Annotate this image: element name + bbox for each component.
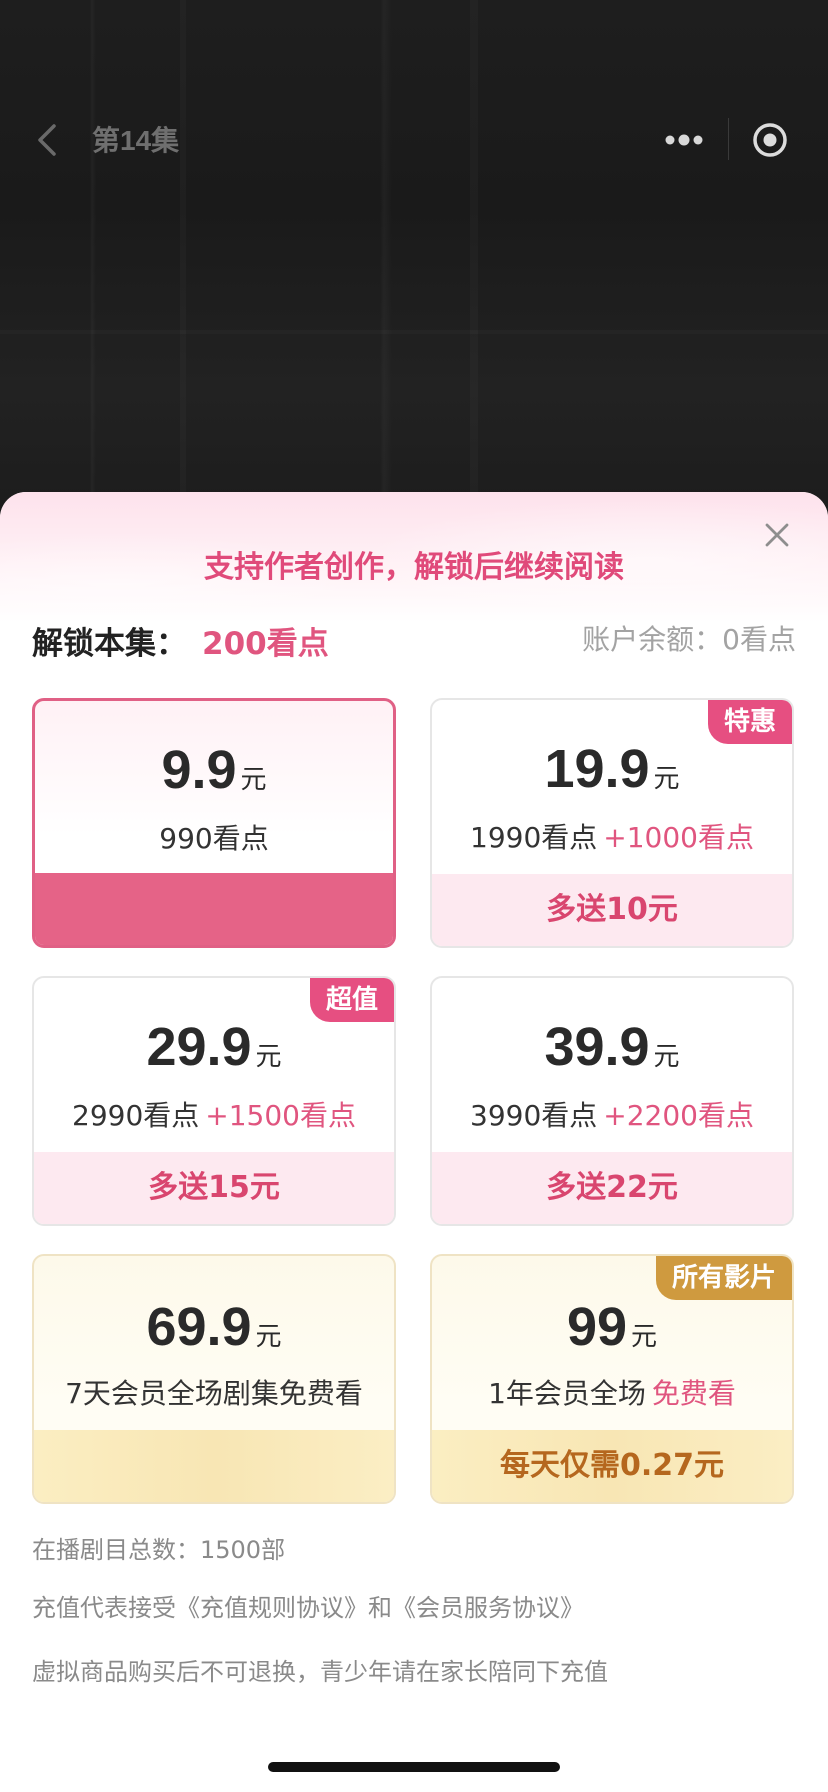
plan-card-99-membership[interactable]: 所有影片 99 元 1年会员全场 免费看 每天仅需0.27元 [430,1254,794,1504]
close-icon[interactable] [760,518,794,552]
plan-points-bonus: +2200看点 [603,1099,754,1132]
plan-points-bonus: +1000看点 [603,821,754,854]
sheet-title: 支持作者创作，解锁后继续阅读 [204,550,624,585]
plan-price-row: 19.9 元 [432,738,792,800]
plan-price: 9.9 [161,740,237,800]
refund-disclaimer: 虚拟商品购买后不可退换，青少年请在家长陪同下充值 [32,1658,608,1686]
video-backdrop [0,0,828,520]
unlock-cost: 200看点 [202,626,329,662]
plan-points-base: 2990看点 [72,1099,200,1132]
more-dots-icon[interactable] [664,128,704,152]
plan-points: 3990看点 +2200看点 [432,1094,792,1134]
plan-footer: 多送10元 [432,874,792,946]
plan-price-row: 29.9 元 [34,1016,394,1078]
plan-footer [34,1430,394,1502]
plan-price-row: 39.9 元 [432,1016,792,1078]
target-icon[interactable] [750,120,790,160]
plan-price-row: 9.9 元 [35,739,393,801]
plan-price: 39.9 [544,1017,650,1077]
plan-points-base: 1990看点 [470,821,598,854]
plan-price: 29.9 [146,1017,252,1077]
plan-price-unit: 元 [255,1322,282,1352]
plan-footer: 多送22元 [432,1152,792,1224]
plan-price-row: 69.9 元 [34,1296,394,1358]
plan-points-base: 3990看点 [470,1099,598,1132]
plan-card-29-9[interactable]: 超值 29.9 元 2990看点 +1500看点 多送15元 [32,976,396,1226]
plan-footer: 多送15元 [34,1152,394,1224]
unlock-payment-sheet: 支持作者创作，解锁后继续阅读 解锁本集： 200看点 账户余额：0看点 9.9 元… [0,492,828,1792]
plan-card-19-9[interactable]: 特惠 19.9 元 1990看点 +1000看点 多送10元 [430,698,794,948]
home-indicator[interactable] [268,1762,560,1772]
plan-badge-all-films: 所有影片 [655,1256,792,1300]
plan-price-unit: 元 [653,764,680,794]
plan-price-unit: 元 [631,1322,658,1352]
plan-points-base: 990看点 [159,822,269,855]
plan-price-unit: 元 [240,765,267,795]
total-titles-note: 在播剧目总数：1500部 [32,1536,286,1564]
plan-footer [35,873,393,945]
plan-price: 19.9 [544,739,650,799]
plan-points: 2990看点 +1500看点 [34,1094,394,1134]
plan-description: 1年会员全场 [488,1377,646,1410]
plan-card-69-9-membership[interactable]: 69.9 元 7天会员全场剧集免费看 [32,1254,396,1504]
capsule-divider [728,118,729,160]
plan-points: 1990看点 +1000看点 [432,816,792,856]
plan-card-39-9[interactable]: 39.9 元 3990看点 +2200看点 多送22元 [430,976,794,1226]
plan-price: 69.9 [146,1297,252,1357]
plan-price: 99 [566,1297,628,1357]
plan-description: 7天会员全场剧集免费看 [65,1377,363,1410]
plan-points: 1年会员全场 免费看 [432,1372,792,1412]
plan-price-unit: 元 [255,1042,282,1072]
back-chevron-icon[interactable] [30,120,66,160]
plan-footer: 每天仅需0.27元 [432,1430,792,1502]
plan-price-unit: 元 [653,1042,680,1072]
episode-title: 第14集 [92,125,180,156]
unlock-episode-label: 解锁本集： [32,626,187,662]
agreement-note[interactable]: 充值代表接受《充值规则协议》和《会员服务协议》 [32,1588,584,1623]
plan-points: 7天会员全场剧集免费看 [34,1372,394,1412]
plan-price-row: 99 元 [432,1296,792,1358]
top-navigation-bar: 第14集 [0,100,828,180]
plan-points: 990看点 [35,817,393,857]
plan-card-9-9[interactable]: 9.9 元 990看点 [32,698,396,948]
plan-description-highlight: 免费看 [651,1377,736,1410]
plan-points-bonus: +1500看点 [205,1099,356,1132]
account-balance: 账户余额：0看点 [582,623,796,656]
